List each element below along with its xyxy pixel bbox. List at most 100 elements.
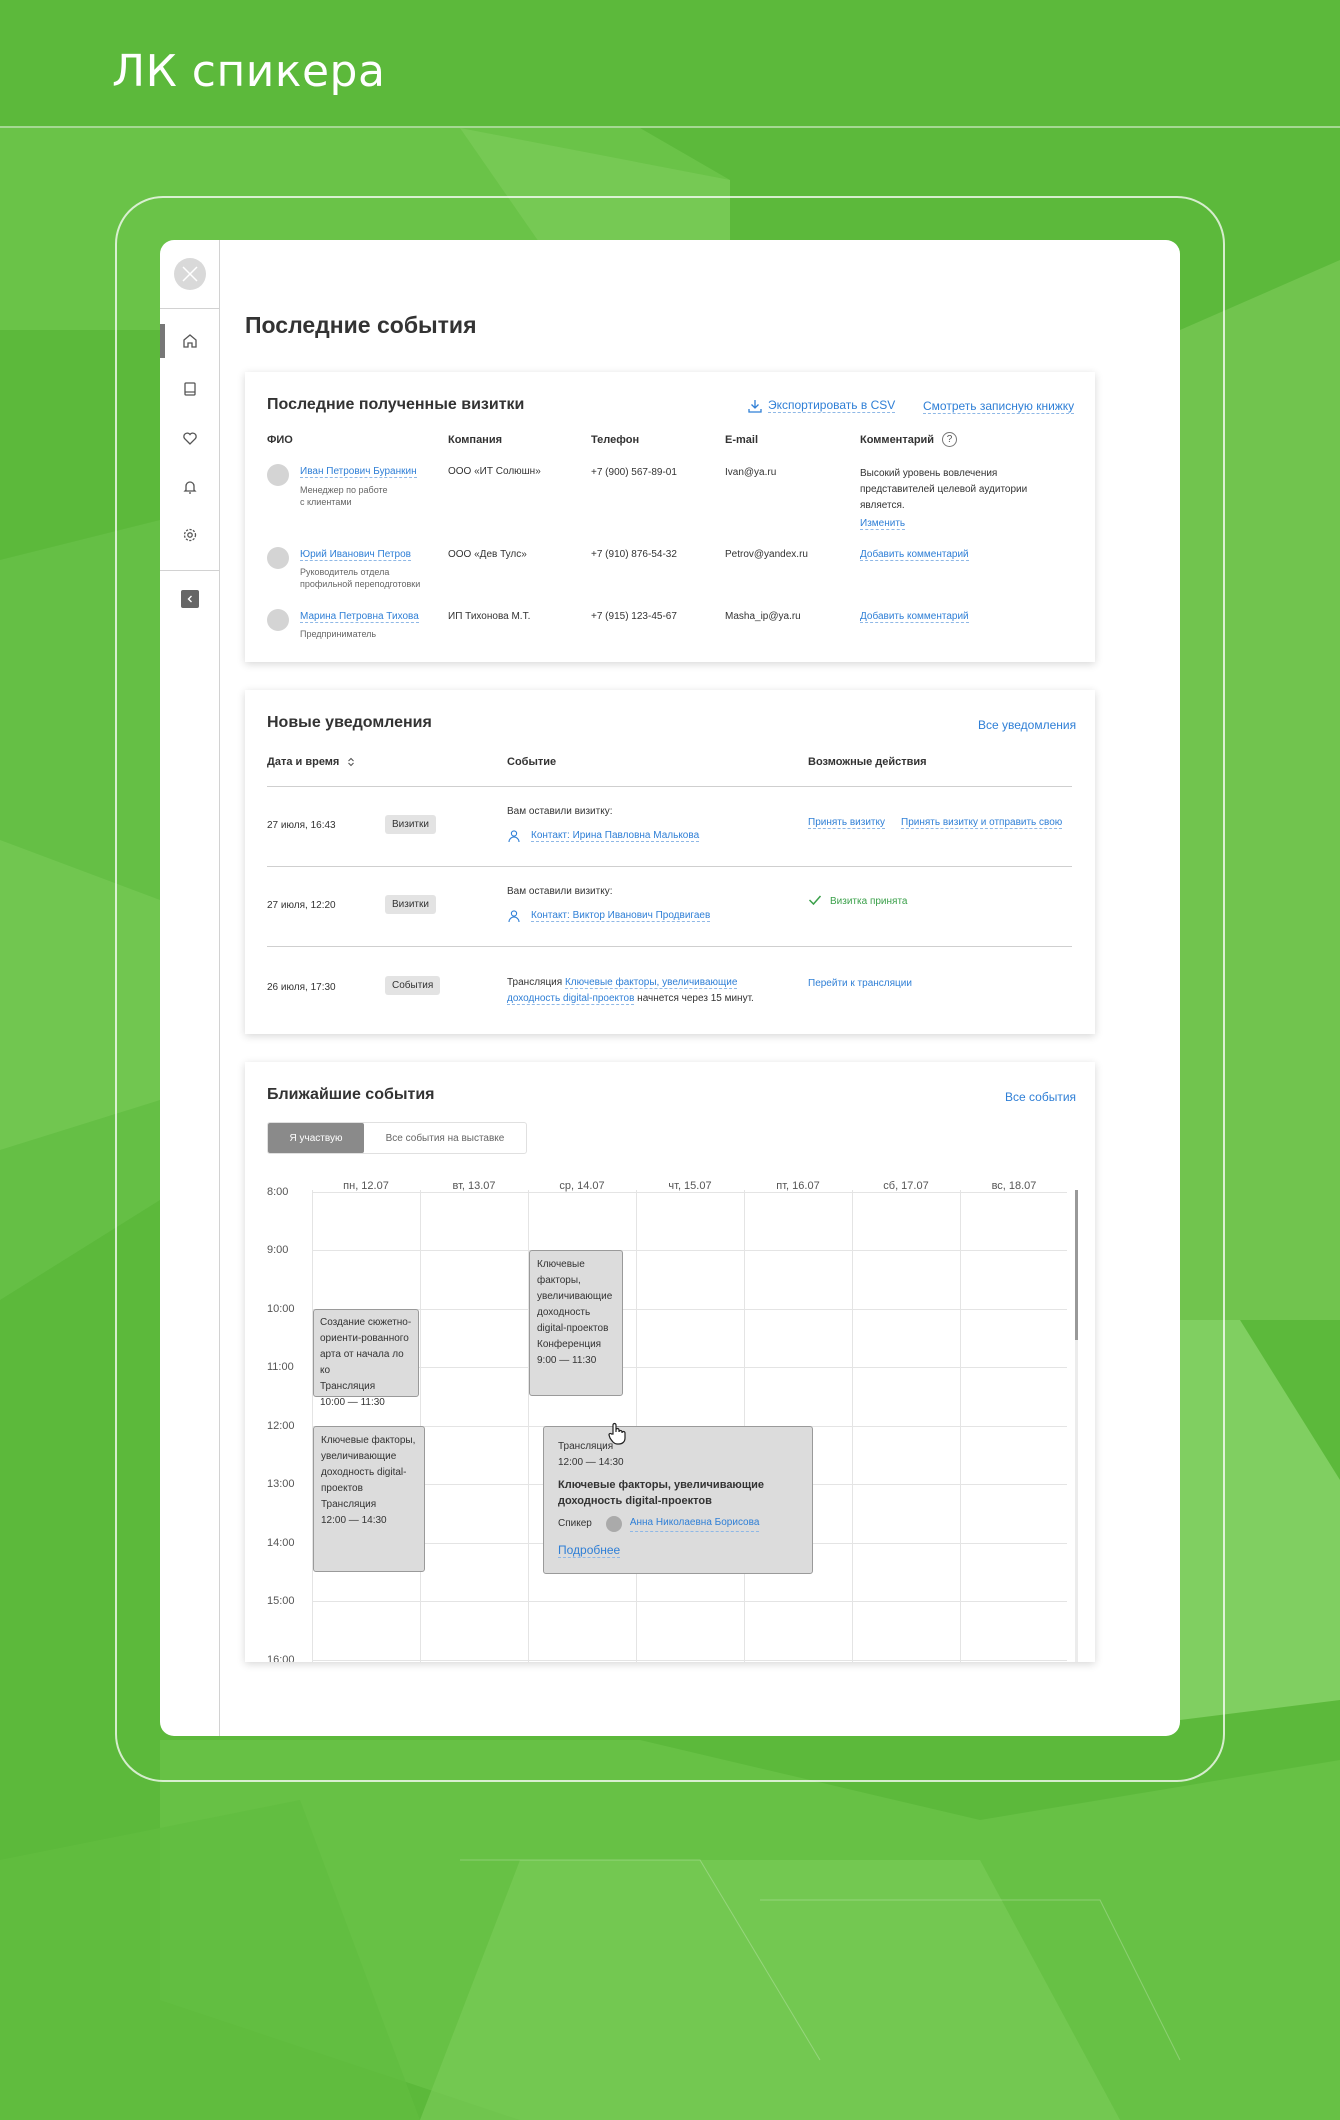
- event-line: Создание сюжетно-: [320, 1317, 412, 1328]
- business-cards-card: Последние полученные визитки Экспортиров…: [245, 372, 1095, 662]
- hour-label: 11:00: [267, 1361, 294, 1373]
- table-divider: [267, 866, 1072, 867]
- event-line: ориенти-рованного: [320, 1333, 409, 1344]
- notification-datetime: 27 июля, 16:43: [267, 820, 336, 831]
- col-header-actions: Возможные действия: [808, 756, 927, 768]
- table-divider: [267, 946, 1072, 947]
- edit-comment-link[interactable]: Изменить: [860, 518, 906, 530]
- sidebar: [160, 240, 220, 1736]
- accept-card-link[interactable]: Принять визитку: [808, 817, 885, 829]
- home-icon: [182, 334, 197, 348]
- event-line: 12:00 — 14:30: [321, 1515, 387, 1526]
- hand-cursor-icon: [608, 1422, 626, 1445]
- contact-phone: +7 (910) 876-54-32: [591, 549, 677, 560]
- category-badge: События: [385, 976, 441, 995]
- event-line: доходность digital-: [321, 1467, 407, 1478]
- grid-line: [312, 1601, 1067, 1602]
- add-comment-link[interactable]: Добавить комментарий: [860, 549, 969, 561]
- notification-datetime: 27 июля, 12:20: [267, 900, 336, 911]
- table-divider: [267, 786, 1072, 787]
- grid-line: [312, 1367, 1067, 1368]
- sidebar-item-notifications[interactable]: [160, 470, 219, 504]
- contact-link[interactable]: Контакт: Виктор Иванович Продвигаев: [531, 910, 711, 922]
- hour-label: 13:00: [267, 1478, 295, 1490]
- hour-label: 16:00: [267, 1654, 295, 1662]
- contact-phone: +7 (900) 567-89-01: [591, 467, 677, 478]
- sidebar-item-favorites[interactable]: [160, 421, 219, 455]
- sidebar-item-library[interactable]: [160, 372, 219, 406]
- event-details-popup[interactable]: Трансляция 12:00 — 14:30 Ключевые фактор…: [543, 1426, 813, 1574]
- event-line: арта от начала ло ко: [320, 1349, 404, 1376]
- sidebar-collapse-button[interactable]: [181, 590, 199, 608]
- broadcast-link[interactable]: доходность digital-проектов: [507, 993, 635, 1005]
- col-header-phone: Телефон: [591, 434, 640, 446]
- export-csv-label: Экспортировать в CSV: [768, 398, 896, 413]
- grid-line: [312, 1660, 1067, 1661]
- notification-prefix: Трансляция: [507, 977, 565, 988]
- calendar-event[interactable]: Ключевые факторы, увеличивающие доходнос…: [529, 1250, 623, 1396]
- contact-company: ООО «Дев Тулс»: [448, 549, 527, 560]
- popup-speaker-label: Спикер: [558, 1517, 592, 1529]
- hour-label: 12:00: [267, 1420, 295, 1432]
- notifications-title: Новые уведомления: [267, 714, 432, 731]
- contact-role: Предприниматель: [300, 629, 377, 639]
- event-line: Конференция: [537, 1339, 602, 1350]
- event-line: проектов: [321, 1483, 363, 1494]
- export-csv-button[interactable]: Экспортировать в CSV: [748, 398, 896, 413]
- upcoming-events-card: Ближайшие события Все события Я участвую…: [245, 1062, 1095, 1662]
- all-events-link[interactable]: Все события: [1005, 1090, 1076, 1104]
- col-header-event: Событие: [507, 756, 557, 768]
- tab-all-exhibition-events[interactable]: Все события на выставке: [364, 1123, 526, 1153]
- col-header-comment: Комментарий: [860, 434, 935, 446]
- sidebar-divider: [160, 308, 219, 309]
- sidebar-divider: [160, 570, 219, 571]
- col-header-datetime: Дата и время: [267, 756, 340, 768]
- app-window: Последние события Последние полученные в…: [160, 240, 1180, 1736]
- contact-name-link[interactable]: Марина Петровна Тихова: [300, 611, 419, 623]
- sort-by-date-button[interactable]: Дата и время: [267, 756, 355, 768]
- sidebar-item-home[interactable]: [160, 324, 219, 358]
- app-title: ЛК спикера: [112, 46, 386, 97]
- calendar-event[interactable]: Создание сюжетно- ориенти-рованного арта…: [313, 1309, 419, 1408]
- notification-suffix: начнется через 15 минут.: [634, 993, 754, 1004]
- user-avatar[interactable]: [174, 258, 206, 290]
- sidebar-item-settings[interactable]: [160, 518, 219, 552]
- add-comment-link[interactable]: Добавить комментарий: [860, 611, 969, 623]
- speaker-name-link[interactable]: Анна Николаевна Борисова: [629, 1515, 760, 1532]
- calendar-scroll-thumb[interactable]: [1075, 1190, 1078, 1340]
- hour-label: 10:00: [267, 1303, 295, 1315]
- contact-email[interactable]: Ivan@ya.ru: [725, 467, 776, 478]
- contact-avatar: [267, 464, 289, 486]
- contact-email[interactable]: Masha_ip@ya.ru: [725, 611, 801, 622]
- contact-name-link[interactable]: Иван Петрович Буранкин: [300, 466, 417, 478]
- more-details-link[interactable]: Подробнее: [558, 1543, 621, 1558]
- contact-email[interactable]: Petrov@yandex.ru: [725, 549, 808, 560]
- hour-label: 8:00: [267, 1186, 289, 1198]
- go-to-broadcast-link[interactable]: Перейти к трансляции: [808, 978, 912, 989]
- book-icon: [183, 382, 196, 396]
- week-calendar: пн, 12.07 вт, 13.07 ср, 14.07 чт, 15.07 …: [267, 1180, 1082, 1662]
- gear-icon: [183, 528, 196, 542]
- notifications-card: Новые уведомления Все уведомления Дата и…: [245, 690, 1095, 1034]
- hour-label: 15:00: [267, 1595, 295, 1607]
- all-notifications-link[interactable]: Все уведомления: [978, 718, 1076, 732]
- notification-datetime: 26 июля, 17:30: [267, 982, 336, 993]
- broadcast-link[interactable]: Ключевые факторы, увеличивающие: [564, 977, 738, 989]
- popup-event-time: 12:00 — 14:30: [558, 1457, 624, 1468]
- contact-avatar: [267, 609, 289, 631]
- tab-participating[interactable]: Я участвую: [268, 1123, 364, 1153]
- day-header: вт, 13.07: [452, 1180, 496, 1192]
- event-line: Трансляция: [320, 1381, 376, 1392]
- open-notebook-link[interactable]: Смотреть записную книжку: [923, 399, 1075, 414]
- contact-company: ИП Тихонова М.Т.: [448, 611, 531, 622]
- accept-and-send-card-link[interactable]: Принять визитку и отправить свою: [901, 817, 1063, 829]
- help-icon[interactable]: ?: [942, 432, 957, 447]
- contact-link[interactable]: Контакт: Ирина Павловна Малькова: [531, 830, 700, 842]
- calendar-event[interactable]: Ключевые факторы, увеличивающие доходнос…: [313, 1426, 425, 1572]
- contact-name-link[interactable]: Юрий Иванович Петров: [300, 549, 411, 561]
- day-header: сб, 17.07: [883, 1180, 929, 1192]
- contact-role: Менеджер по работе с клиентами: [300, 485, 388, 507]
- event-line: факторы,: [537, 1275, 581, 1286]
- popup-event-title: Ключевые факторы, увеличивающие доходнос…: [558, 1479, 764, 1507]
- grid-line: [312, 1250, 1067, 1251]
